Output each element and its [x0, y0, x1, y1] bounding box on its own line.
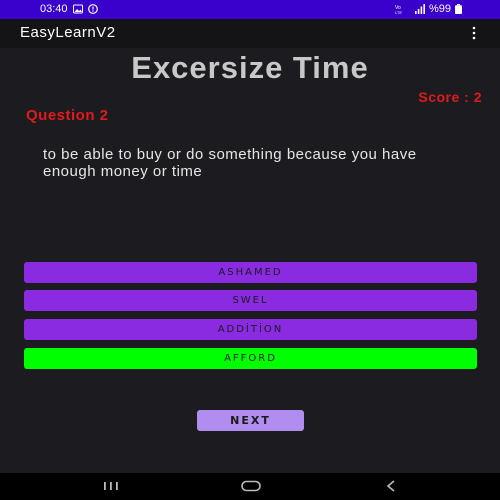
app-title: EasyLearnV2	[20, 24, 116, 41]
overflow-menu-icon[interactable]	[470, 25, 478, 41]
app-bar: EasyLearnV2	[0, 19, 500, 48]
status-left: 03:40	[40, 3, 98, 15]
home-icon[interactable]	[240, 480, 262, 492]
option-button-ashamed[interactable]: ASHAMED	[24, 262, 477, 283]
page-title: Excersize Time	[131, 50, 369, 85]
volte-icon: Vo LTE	[395, 5, 402, 14]
option-button-afford[interactable]: AFFORD	[24, 348, 477, 369]
battery-percent: %99	[428, 3, 451, 15]
option-button-swel[interactable]: SWEL	[24, 290, 477, 311]
recents-icon[interactable]	[101, 480, 121, 492]
signal-icon	[414, 4, 425, 14]
status-right: Vo LTE %99	[395, 3, 462, 15]
back-icon[interactable]	[384, 480, 398, 492]
battery-icon	[455, 4, 462, 14]
image-icon	[72, 4, 83, 14]
option-button-addition[interactable]: ADDİTİON	[24, 319, 477, 340]
status-time: 03:40	[40, 3, 68, 15]
status-bar: 03:40 Vo LTE %99	[0, 0, 500, 19]
question-number: Question 2	[26, 107, 109, 124]
question-text: to be able to buy or do something becaus…	[43, 146, 417, 180]
score-label: Score : 2	[418, 89, 482, 105]
notification-icon	[87, 4, 98, 14]
svg-text:LTE: LTE	[395, 10, 402, 14]
nav-bar	[0, 473, 500, 500]
next-button[interactable]: NEXT	[197, 410, 304, 431]
